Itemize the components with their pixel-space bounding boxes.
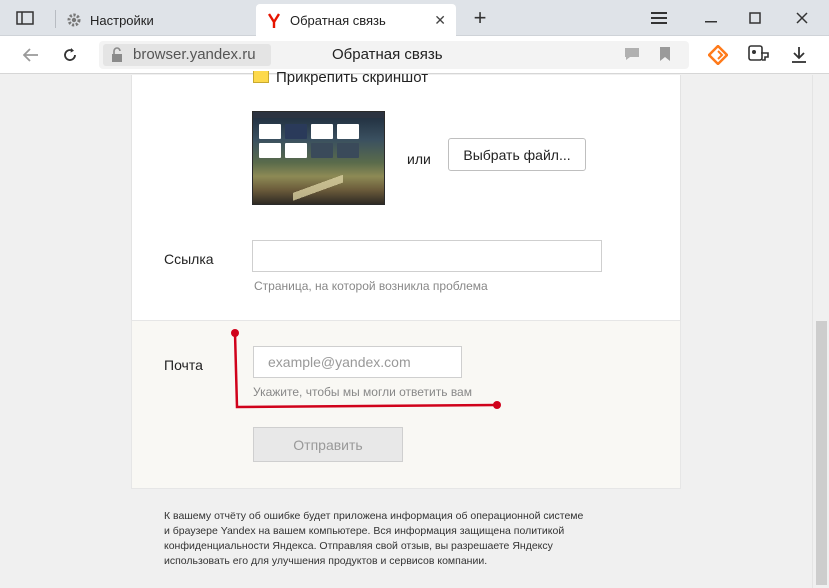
link-hint: Страница, на которой возникла проблема [254, 279, 488, 293]
download-icon[interactable] [788, 44, 810, 66]
footnote-line: использовать его для улучшения продуктов… [164, 555, 488, 567]
choose-file-button[interactable]: Выбрать файл... [448, 138, 586, 171]
privacy-footnote: К вашему отчёту об ошибке будет приложен… [164, 509, 634, 569]
link-input[interactable] [252, 240, 602, 272]
hamburger-icon[interactable] [648, 7, 670, 29]
lock-icon [110, 47, 124, 68]
page-viewport: Прикрепить скриншот или Выбрать файл... … [0, 69, 812, 588]
attach-screenshot-label: Прикрепить скриншот [276, 69, 429, 86]
tab-bar: Настройки Обратная связь ✕ + [0, 0, 829, 37]
tab-feedback[interactable]: Обратная связь ✕ [256, 4, 456, 37]
bookmark-icon[interactable] [659, 46, 671, 67]
alice-icon[interactable] [707, 44, 729, 66]
yandex-logo-icon [266, 12, 282, 29]
plus-icon[interactable]: + [469, 5, 491, 30]
passwords-icon[interactable] [748, 44, 770, 66]
email-label: Почта [164, 357, 203, 373]
url-page-title: Обратная связь [332, 46, 443, 63]
or-text: или [407, 151, 431, 167]
footnote-line: К вашему отчёту об ошибке будет приложен… [164, 510, 584, 522]
minimize-icon[interactable] [700, 7, 722, 29]
tab-settings-label: Настройки [90, 12, 154, 28]
footnote-line: конфиденциальности Яндекса. Отправляя св… [164, 540, 553, 552]
email-hint: Укажите, чтобы мы могли ответить вам [253, 385, 472, 399]
attach-screenshot-checkbox[interactable] [253, 71, 269, 83]
contact-section: Почта example@yandex.com Укажите, чтобы … [131, 321, 681, 489]
url-domain: browser.yandex.ru [133, 46, 256, 63]
scrollbar-thumb[interactable] [816, 321, 827, 585]
link-label: Ссылка [164, 251, 214, 267]
comment-icon[interactable] [624, 47, 640, 66]
tab-settings[interactable]: Настройки [56, 4, 252, 36]
screenshot-preview [252, 111, 385, 205]
maximize-icon[interactable] [744, 7, 766, 29]
back-arrow-icon[interactable] [20, 44, 42, 66]
sidebar-toggle-icon[interactable] [14, 7, 36, 29]
gear-icon [66, 12, 82, 28]
reload-icon[interactable] [59, 44, 81, 66]
close-tab-icon[interactable]: ✕ [434, 12, 446, 29]
footnote-line: и браузере Yandex на вашем компьютере. В… [164, 525, 565, 537]
email-placeholder: example@yandex.com [268, 354, 411, 370]
close-window-icon[interactable] [791, 7, 813, 29]
submit-button[interactable]: Отправить [253, 427, 403, 462]
tab-feedback-label: Обратная связь [290, 13, 386, 28]
email-input[interactable]: example@yandex.com [253, 346, 462, 378]
feedback-form-card: Прикрепить скриншот или Выбрать файл... … [131, 69, 681, 321]
vertical-scrollbar[interactable] [812, 75, 829, 588]
url-field[interactable]: browser.yandex.ru Обратная связь [99, 41, 689, 69]
